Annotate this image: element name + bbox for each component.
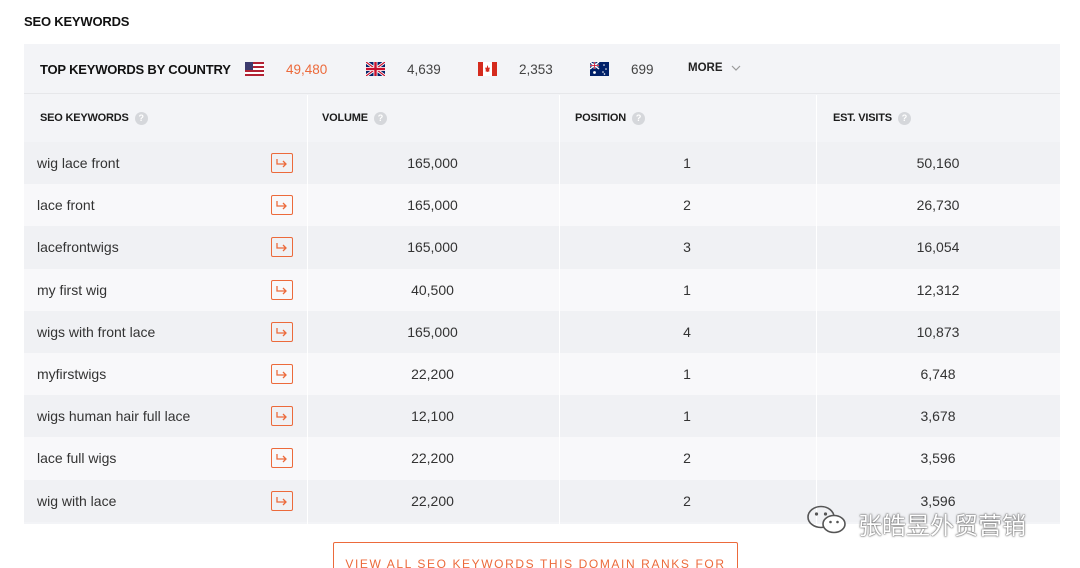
keyword-cell[interactable]: wig with lace	[37, 480, 116, 522]
help-icon[interactable]: ?	[373, 111, 387, 125]
redirect-arrow-icon[interactable]	[271, 406, 293, 427]
visits-cell: 16,054	[916, 239, 960, 256]
keyword-cell[interactable]: lace front	[37, 184, 95, 226]
volume-cell: 165,000	[407, 323, 458, 340]
position-cell: 1	[683, 408, 691, 425]
keyword-cell[interactable]: myfirstwigs	[37, 353, 106, 395]
position-cell: 2	[683, 197, 691, 214]
table-row: lace front 165,000 2 26,730	[24, 184, 1060, 227]
position-cell: 1	[683, 155, 691, 172]
country-uk[interactable]: 4,639	[365, 60, 441, 78]
chevron-down-icon	[731, 63, 741, 74]
volume-cell: 165,000	[407, 197, 458, 214]
column-header-volume[interactable]: VOLUME ?	[322, 95, 387, 141]
redirect-arrow-icon[interactable]	[271, 279, 293, 300]
redirect-arrow-icon[interactable]	[271, 448, 293, 469]
keyword-cell[interactable]: lacefrontwigs	[37, 226, 119, 268]
table-row: lacefrontwigs 165,000 3 16,054	[24, 226, 1060, 269]
more-label: MORE	[688, 62, 723, 74]
visits-cell: 3,596	[920, 450, 956, 467]
keyword-cell[interactable]: lace full wigs	[37, 437, 116, 479]
more-countries-button[interactable]: MORE	[688, 62, 741, 74]
volume-cell: 22,200	[411, 492, 454, 509]
canada-flag-icon	[478, 62, 497, 76]
column-header-visits-label: EST. VISITS	[833, 112, 892, 124]
australia-flag-icon	[589, 61, 609, 76]
view-all-keywords-button[interactable]: VIEW ALL SEO KEYWORDS THIS DOMAIN RANKS …	[333, 542, 738, 568]
column-header-position-label: POSITION	[575, 112, 626, 124]
table-row: lace full wigs 22,200 2 3,596	[24, 437, 1060, 480]
volume-cell: 165,000	[407, 239, 458, 256]
country-australia-count: 699	[631, 61, 654, 77]
position-cell: 1	[683, 281, 691, 298]
help-icon[interactable]: ?	[897, 111, 911, 125]
table-header: SEO KEYWORDS ? VOLUME ? POSITION ? EST. …	[24, 95, 1060, 141]
country-us-count: 49,480	[286, 61, 328, 77]
column-header-keywords[interactable]: SEO KEYWORDS ?	[40, 95, 148, 141]
keyword-cell[interactable]: my first wig	[37, 269, 107, 311]
table-row: myfirstwigs 22,200 1 6,748	[24, 352, 1060, 396]
country-bar-title: TOP KEYWORDS BY COUNTRY	[40, 62, 231, 77]
help-icon[interactable]: ?	[631, 111, 645, 125]
visits-cell: 50,160	[916, 155, 960, 172]
visits-cell: 12,312	[916, 281, 960, 298]
view-all-label: VIEW ALL SEO KEYWORDS THIS DOMAIN RANKS …	[345, 557, 726, 568]
country-canada-count: 2,353	[519, 61, 553, 77]
country-australia[interactable]: 699	[589, 60, 654, 78]
table-row: my first wig 40,500 1 12,312	[24, 268, 1060, 311]
column-divider	[559, 95, 560, 524]
keyword-cell[interactable]: wig lace front	[37, 142, 119, 184]
volume-cell: 12,100	[411, 408, 454, 425]
section-title: SEO KEYWORDS	[24, 14, 130, 29]
country-uk-count: 4,639	[407, 61, 441, 77]
volume-cell: 22,200	[411, 366, 454, 383]
country-bar: TOP KEYWORDS BY COUNTRY 49,480 4,639 2,3…	[24, 44, 1060, 94]
position-cell: 3	[683, 239, 691, 256]
us-flag-icon	[245, 62, 264, 76]
table-row: wigs with front lace 165,000 4 10,873	[24, 310, 1060, 353]
visits-cell: 6,748	[920, 366, 956, 383]
keyword-cell[interactable]: wigs human hair full lace	[37, 395, 190, 437]
redirect-arrow-icon[interactable]	[271, 153, 293, 173]
visits-cell: 3,678	[920, 408, 956, 425]
column-divider	[816, 95, 817, 524]
visits-cell: 26,730	[916, 197, 960, 214]
country-us[interactable]: 49,480	[245, 60, 327, 78]
volume-cell: 22,200	[411, 450, 454, 467]
uk-flag-icon	[365, 60, 386, 78]
column-header-keywords-label: SEO KEYWORDS	[40, 112, 129, 124]
volume-cell: 40,500	[411, 281, 454, 298]
table-row: wigs human hair full lace 12,100 1 3,678	[24, 395, 1060, 438]
keyword-cell[interactable]: wigs with front lace	[37, 311, 155, 353]
position-cell: 2	[683, 450, 691, 467]
country-canada[interactable]: 2,353	[478, 60, 553, 78]
keyword-rows: wig lace front 165,000 1 50,160 lace fro…	[24, 142, 1060, 522]
table-row: wig lace front 165,000 1 50,160	[24, 142, 1060, 185]
position-cell: 2	[683, 492, 691, 509]
redirect-arrow-icon[interactable]	[271, 195, 293, 216]
redirect-arrow-icon[interactable]	[271, 490, 293, 511]
column-divider	[307, 95, 308, 524]
position-cell: 4	[683, 323, 691, 340]
column-header-volume-label: VOLUME	[322, 112, 368, 124]
position-cell: 1	[683, 366, 691, 383]
redirect-arrow-icon[interactable]	[271, 321, 293, 342]
column-header-visits[interactable]: EST. VISITS ?	[833, 95, 911, 141]
column-header-position[interactable]: POSITION ?	[575, 95, 645, 141]
wechat-icon	[806, 504, 848, 542]
help-icon[interactable]: ?	[134, 111, 148, 125]
volume-cell: 165,000	[407, 155, 458, 172]
visits-cell: 10,873	[916, 323, 960, 340]
redirect-arrow-icon[interactable]	[271, 363, 293, 384]
seo-keywords-panel: TOP KEYWORDS BY COUNTRY 49,480 4,639 2,3…	[24, 44, 1060, 524]
redirect-arrow-icon[interactable]	[271, 237, 293, 258]
watermark: 张皓昱外贸营销	[806, 504, 1026, 542]
watermark-text: 张皓昱外贸营销	[858, 511, 1026, 540]
